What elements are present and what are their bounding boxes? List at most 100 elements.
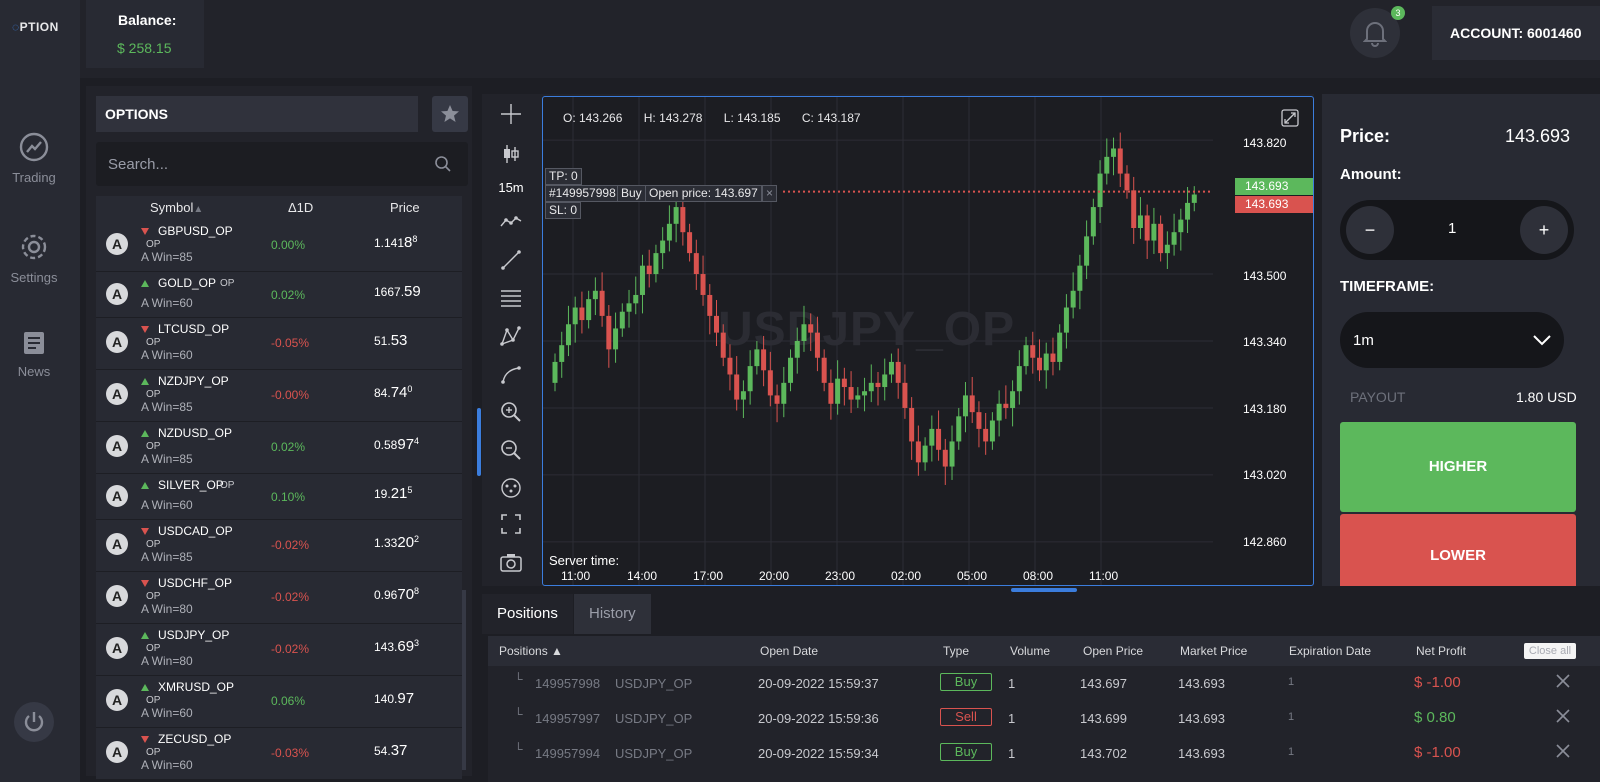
candle-body: [565, 324, 571, 346]
symbol-row[interactable]: A USDCHF_OP OP A Win=80 -0.02% 0.96708: [96, 572, 462, 624]
position-row[interactable]: └ 149957997 USDJPY_OP 20-09-2022 15:59:36 Se…: [488, 701, 1600, 737]
col-positions[interactable]: Positions ▲: [499, 644, 563, 658]
account-button[interactable]: ACCOUNT: 6001460: [1432, 6, 1600, 60]
stop-loss-label[interactable]: SL: 0: [545, 202, 582, 219]
take-profit-label[interactable]: TP: 0: [545, 168, 582, 185]
timeframe-select[interactable]: 1m: [1340, 312, 1564, 368]
candle-body: [808, 324, 814, 333]
fib-tool[interactable]: [490, 286, 532, 315]
symbol-row[interactable]: A XMRUSD_OP OP A Win=60 0.06% 140.97: [96, 676, 462, 728]
candle-body: [814, 332, 820, 358]
position-type-label[interactable]: Buy: [617, 185, 646, 202]
symbol-list-scrollbar[interactable]: [462, 590, 466, 770]
position-market-price: 143.693: [1178, 676, 1225, 691]
price-pips: 97: [397, 436, 415, 453]
nav-item-news[interactable]: News: [0, 330, 68, 379]
col-change[interactable]: Δ1D: [288, 200, 313, 215]
symbol-row[interactable]: A USDCAD_OP OP A Win=85 -0.02% 1.33202: [96, 520, 462, 572]
candle-body: [599, 290, 605, 316]
nav-item-settings[interactable]: Settings: [0, 232, 68, 285]
candle-body: [888, 361, 894, 375]
symbol-row[interactable]: A USDJPY_OP OP A Win=80 -0.02% 143.693: [96, 624, 462, 676]
search-input[interactable]: [108, 152, 408, 176]
symbol-row[interactable]: A GBPUSD_OP OP A Win=85 0.00% 1.14188: [96, 220, 462, 272]
candlestick-chart[interactable]: [543, 97, 1314, 586]
candle-body: [1124, 173, 1130, 191]
candle-body: [1090, 207, 1096, 237]
zoom-out-tool[interactable]: [490, 438, 532, 467]
zoom-in-tool[interactable]: [490, 400, 532, 429]
trendline-tool[interactable]: [490, 248, 532, 277]
tab-positions[interactable]: Positions: [482, 594, 573, 634]
daily-change: -0.02%: [271, 538, 310, 552]
position-id-label[interactable]: #149957998: [545, 185, 620, 202]
col-type[interactable]: Type: [943, 644, 969, 658]
decrease-amount-button[interactable]: −: [1346, 206, 1394, 254]
symbol-type: OP: [220, 480, 235, 491]
nav-item-trading[interactable]: Trading: [0, 132, 68, 185]
symbol-row[interactable]: A ZECUSD_OP OP A Win=60 -0.03% 54.37: [96, 728, 462, 780]
win-rate: A Win=80: [141, 602, 193, 616]
close-position-button[interactable]: [1556, 709, 1570, 726]
col-open-date[interactable]: Open Date: [760, 644, 818, 658]
search-icon[interactable]: [434, 155, 452, 173]
position-row[interactable]: └ 149957994 USDJPY_OP 20-09-2022 15:59:34 Bu…: [488, 736, 1600, 772]
symbol-row[interactable]: A GOLD_OP OP A Win=60 0.02% 1667.59: [96, 272, 462, 318]
favorites-button[interactable]: [432, 96, 468, 132]
close-position-icon[interactable]: ×: [762, 185, 778, 202]
position-open-label[interactable]: Open price: 143.697: [645, 185, 762, 202]
candle-body: [1137, 215, 1143, 228]
candle-body: [882, 374, 888, 388]
col-price[interactable]: Price: [390, 200, 420, 215]
crosshair-tool[interactable]: [490, 102, 532, 131]
symbol-row[interactable]: A LTCUSD_OP OP A Win=60 -0.05% 51.53: [96, 318, 462, 370]
candle-body: [862, 391, 868, 396]
fullscreen-tool[interactable]: [490, 512, 532, 541]
symbol-row[interactable]: A NZDUSD_OP OP A Win=85 0.02% 0.58974: [96, 422, 462, 474]
position-symbol: USDJPY_OP: [615, 746, 693, 761]
symbol-type: OP: [146, 539, 161, 550]
indicator-tool[interactable]: [490, 210, 532, 239]
timeframe-tool[interactable]: 15m: [490, 180, 532, 195]
symbol-name: USDJPY_OP: [158, 628, 230, 642]
expand-chart-icon[interactable]: [1281, 109, 1299, 127]
candle-body: [1063, 307, 1069, 333]
tab-history[interactable]: History: [574, 594, 651, 634]
lower-button[interactable]: LOWER: [1340, 514, 1576, 586]
close-position-button[interactable]: [1556, 744, 1570, 761]
col-open-price[interactable]: Open Price: [1083, 644, 1143, 658]
candle-body: [1158, 223, 1164, 254]
app-logo[interactable]: ◌PTION: [12, 20, 59, 34]
symbol-row[interactable]: A NZDJPY_OP OP A Win=85 -0.00% 84.740: [96, 370, 462, 422]
col-net-profit[interactable]: Net Profit: [1416, 644, 1466, 658]
position-id: 149957998: [535, 676, 601, 691]
panel-resize-handle[interactable]: [477, 408, 481, 476]
col-market-price[interactable]: Market Price: [1180, 644, 1247, 658]
close-position-button[interactable]: [1556, 674, 1570, 691]
logout-button[interactable]: [14, 702, 54, 742]
curve-tool[interactable]: [490, 362, 532, 391]
position-symbol: USDJPY_OP: [615, 711, 693, 726]
close-all-button[interactable]: Close all: [1524, 643, 1576, 659]
position-id: 149957994: [535, 746, 601, 761]
candle-body: [653, 253, 659, 275]
col-volume[interactable]: Volume: [1010, 644, 1050, 658]
position-row[interactable]: └ 149957998 USDJPY_OP 20-09-2022 15:59:37 Bu…: [488, 666, 1600, 702]
increase-amount-button[interactable]: +: [1520, 206, 1568, 254]
candles-tool[interactable]: [490, 142, 532, 171]
amount-value[interactable]: 1: [1448, 220, 1456, 237]
screenshot-tool[interactable]: [490, 550, 532, 579]
pattern-tool[interactable]: [490, 324, 532, 353]
daily-change: -0.05%: [271, 336, 310, 350]
daily-change: 0.10%: [271, 490, 306, 504]
price-chart[interactable]: USDJPY_OP O: 143.266 H: 143.278 L: 143.1…: [542, 96, 1314, 586]
candle-body: [633, 294, 639, 304]
position-market-price: 143.693: [1178, 711, 1225, 726]
higher-button[interactable]: HIGHER: [1340, 422, 1576, 512]
magnet-tool[interactable]: [490, 476, 532, 505]
chart-scroll-indicator[interactable]: [1011, 588, 1077, 592]
col-symbol[interactable]: Symbol▲: [150, 200, 203, 215]
symbol-row[interactable]: A SILVER_OP OP A Win=60 0.10% 19.215: [96, 474, 462, 520]
y-tick: 143.020: [1243, 468, 1287, 482]
col-expiration-date[interactable]: Expiration Date: [1289, 644, 1371, 658]
